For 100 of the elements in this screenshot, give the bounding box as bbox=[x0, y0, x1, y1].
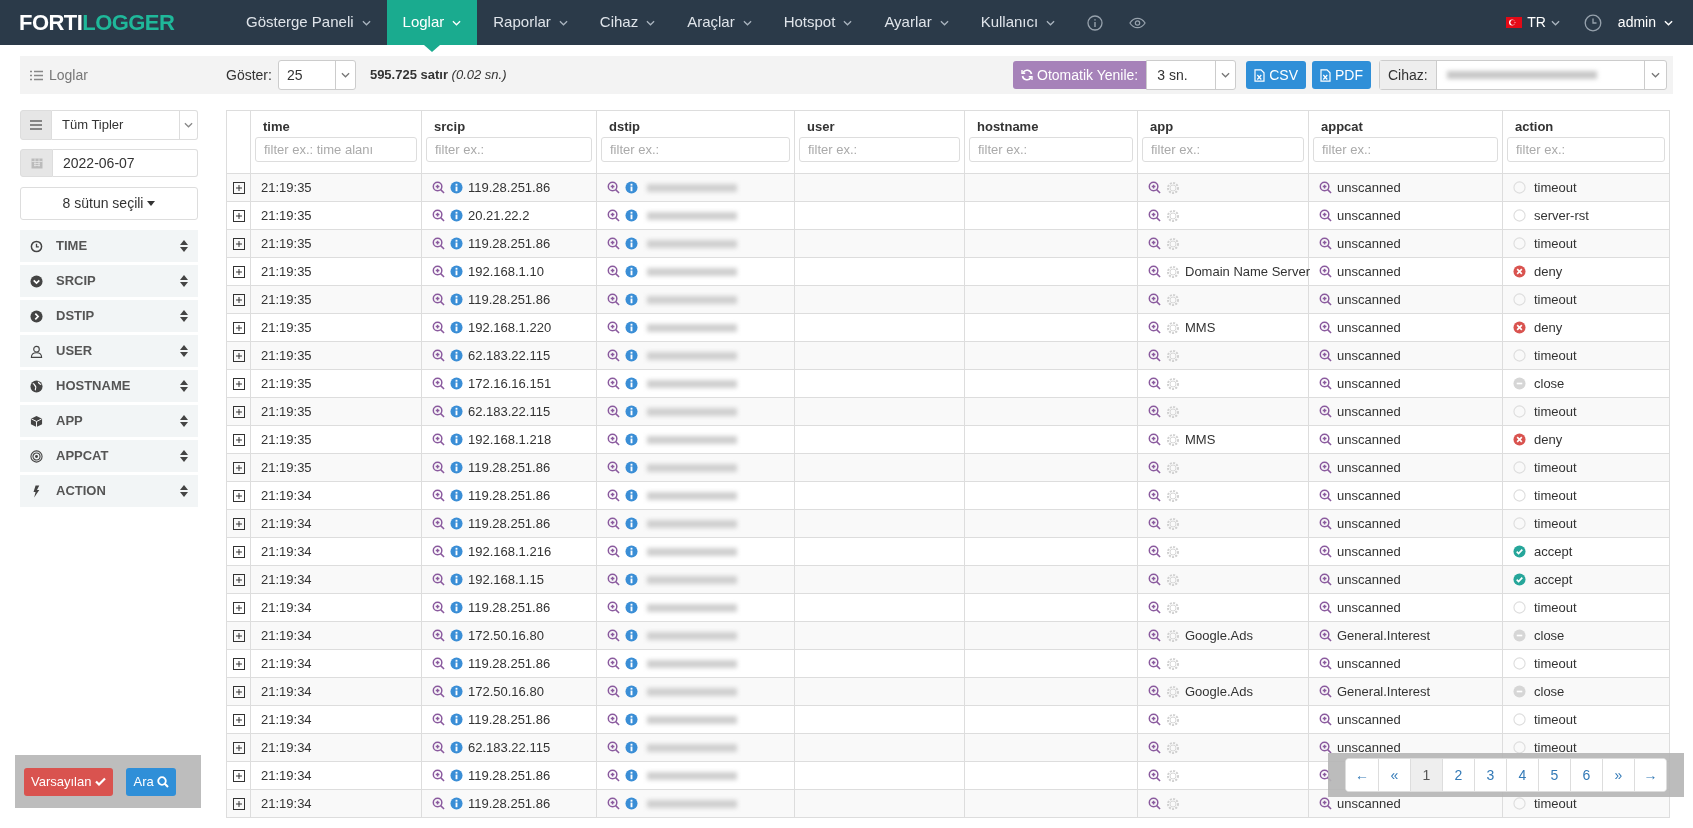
info-icon[interactable] bbox=[625, 601, 638, 614]
refresh-interval-select[interactable]: 3 sn. bbox=[1146, 60, 1237, 90]
zoom-in-icon[interactable] bbox=[1319, 657, 1332, 670]
page-link[interactable]: 1 bbox=[1410, 759, 1442, 791]
nav-menu-item[interactable]: Ayarlar bbox=[868, 0, 965, 45]
zoom-in-icon[interactable] bbox=[607, 489, 620, 502]
clock-icon[interactable] bbox=[1583, 13, 1602, 32]
info-icon[interactable] bbox=[450, 657, 463, 670]
expand-row-icon[interactable] bbox=[232, 182, 245, 195]
info-icon[interactable] bbox=[450, 769, 463, 782]
info-icon[interactable] bbox=[450, 237, 463, 250]
info-icon[interactable] bbox=[625, 265, 638, 278]
zoom-in-icon[interactable] bbox=[1148, 237, 1161, 250]
zoom-in-icon[interactable] bbox=[607, 769, 620, 782]
info-icon[interactable] bbox=[625, 769, 638, 782]
filter-field[interactable]: filter ex.: bbox=[1507, 137, 1665, 162]
info-icon[interactable] bbox=[450, 797, 463, 810]
nav-menu-item[interactable]: Cihaz bbox=[583, 0, 672, 45]
zoom-in-icon[interactable] bbox=[1148, 713, 1161, 726]
zoom-in-icon[interactable] bbox=[607, 741, 620, 754]
info-icon[interactable] bbox=[625, 629, 638, 642]
zoom-in-icon[interactable] bbox=[1319, 741, 1332, 754]
export-button[interactable]: PDF bbox=[1312, 61, 1371, 89]
info-icon[interactable] bbox=[450, 405, 463, 418]
zoom-in-icon[interactable] bbox=[607, 237, 620, 250]
info-icon[interactable] bbox=[450, 601, 463, 614]
zoom-in-icon[interactable] bbox=[607, 321, 620, 334]
zoom-in-icon[interactable] bbox=[432, 517, 445, 530]
info-icon[interactable] bbox=[625, 573, 638, 586]
filter-field[interactable]: filter ex.: bbox=[969, 137, 1133, 162]
info-icon[interactable] bbox=[450, 265, 463, 278]
info-icon[interactable] bbox=[625, 293, 638, 306]
zoom-in-icon[interactable] bbox=[607, 293, 620, 306]
page-size-select[interactable]: 25 bbox=[277, 60, 356, 90]
zoom-in-icon[interactable] bbox=[1148, 601, 1161, 614]
zoom-in-icon[interactable] bbox=[432, 629, 445, 642]
zoom-in-icon[interactable] bbox=[1319, 629, 1332, 642]
default-button[interactable]: Varsayılan bbox=[24, 767, 114, 796]
zoom-in-icon[interactable] bbox=[432, 769, 445, 782]
zoom-in-icon[interactable] bbox=[1319, 377, 1332, 390]
info-icon[interactable] bbox=[450, 741, 463, 754]
info-icon[interactable] bbox=[450, 517, 463, 530]
export-button[interactable]: CSV bbox=[1246, 61, 1306, 89]
zoom-in-icon[interactable] bbox=[432, 349, 445, 362]
zoom-in-icon[interactable] bbox=[432, 713, 445, 726]
zoom-in-icon[interactable] bbox=[1148, 797, 1161, 810]
filter-field[interactable]: filter ex.: bbox=[799, 137, 960, 162]
zoom-in-icon[interactable] bbox=[607, 629, 620, 642]
expand-row-icon[interactable] bbox=[232, 322, 245, 335]
zoom-in-icon[interactable] bbox=[432, 657, 445, 670]
info-icon[interactable] bbox=[625, 797, 638, 810]
zoom-in-icon[interactable] bbox=[1319, 601, 1332, 614]
expand-row-icon[interactable] bbox=[232, 378, 245, 391]
info-icon[interactable] bbox=[450, 629, 463, 642]
zoom-in-icon[interactable] bbox=[607, 349, 620, 362]
zoom-in-icon[interactable] bbox=[607, 517, 620, 530]
zoom-in-icon[interactable] bbox=[607, 545, 620, 558]
info-icon[interactable] bbox=[450, 321, 463, 334]
zoom-in-icon[interactable] bbox=[1148, 209, 1161, 222]
zoom-in-icon[interactable] bbox=[432, 237, 445, 250]
info-icon[interactable] bbox=[625, 181, 638, 194]
zoom-in-icon[interactable] bbox=[1319, 545, 1332, 558]
expand-row-icon[interactable] bbox=[232, 434, 245, 447]
column-sort-item[interactable]: SRCIP bbox=[20, 265, 198, 297]
filter-field[interactable]: filter ex.: bbox=[426, 137, 592, 162]
filter-field[interactable]: filter ex.: bbox=[601, 137, 790, 162]
info-icon[interactable] bbox=[625, 433, 638, 446]
zoom-in-icon[interactable] bbox=[1319, 293, 1332, 306]
zoom-in-icon[interactable] bbox=[1319, 209, 1332, 222]
zoom-in-icon[interactable] bbox=[607, 461, 620, 474]
column-sort-item[interactable]: DSTIP bbox=[20, 300, 198, 332]
expand-row-icon[interactable] bbox=[232, 798, 245, 811]
zoom-in-icon[interactable] bbox=[432, 265, 445, 278]
zoom-in-icon[interactable] bbox=[607, 601, 620, 614]
zoom-in-icon[interactable] bbox=[432, 797, 445, 810]
zoom-in-icon[interactable] bbox=[1319, 433, 1332, 446]
expand-row-icon[interactable] bbox=[232, 658, 245, 671]
expand-row-icon[interactable] bbox=[232, 406, 245, 419]
nav-menu-item[interactable]: Kullanıcı bbox=[964, 0, 1072, 45]
zoom-in-icon[interactable] bbox=[607, 181, 620, 194]
zoom-in-icon[interactable] bbox=[1319, 685, 1332, 698]
expand-row-icon[interactable] bbox=[232, 462, 245, 475]
user-menu[interactable]: admin bbox=[1617, 12, 1673, 33]
info-icon[interactable] bbox=[625, 377, 638, 390]
zoom-in-icon[interactable] bbox=[1148, 769, 1161, 782]
info-icon[interactable] bbox=[450, 713, 463, 726]
expand-row-icon[interactable] bbox=[232, 770, 245, 783]
expand-row-icon[interactable] bbox=[232, 294, 245, 307]
zoom-in-icon[interactable] bbox=[1148, 181, 1161, 194]
nav-menu-item[interactable]: Raporlar bbox=[477, 0, 584, 45]
column-sort-item[interactable]: HOSTNAME bbox=[20, 370, 198, 402]
zoom-in-icon[interactable] bbox=[607, 573, 620, 586]
zoom-in-icon[interactable] bbox=[432, 293, 445, 306]
info-icon[interactable] bbox=[625, 545, 638, 558]
zoom-in-icon[interactable] bbox=[607, 685, 620, 698]
info-icon[interactable] bbox=[450, 209, 463, 222]
zoom-in-icon[interactable] bbox=[1319, 713, 1332, 726]
zoom-in-icon[interactable] bbox=[432, 489, 445, 502]
zoom-in-icon[interactable] bbox=[1319, 349, 1332, 362]
info-icon[interactable] bbox=[625, 741, 638, 754]
